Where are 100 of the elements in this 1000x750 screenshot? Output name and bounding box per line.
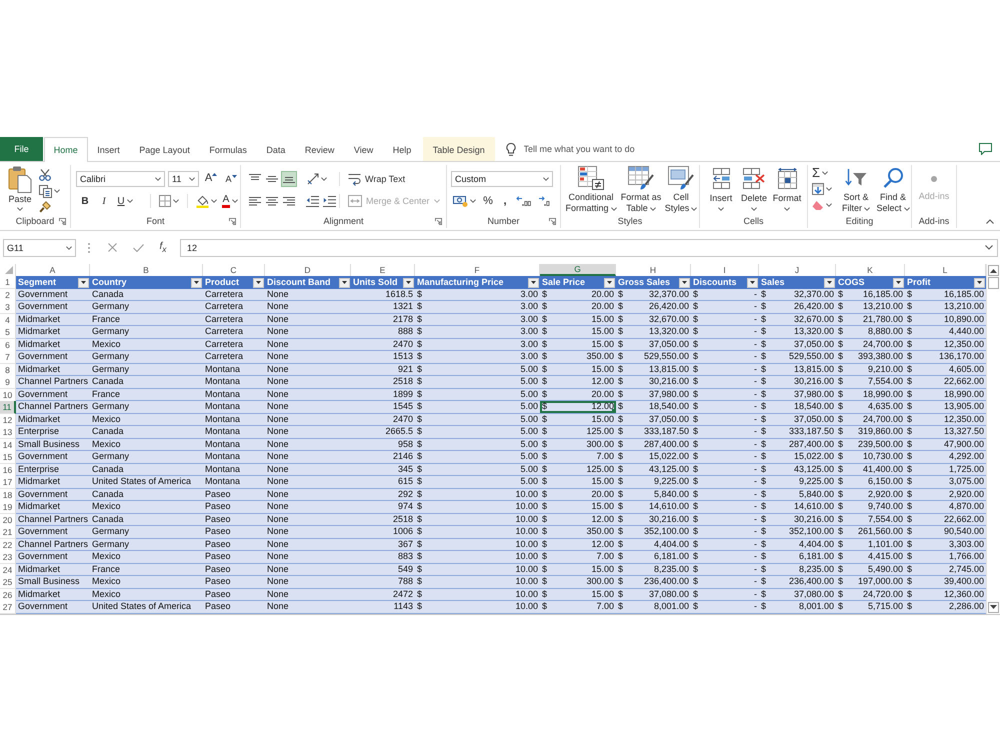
ribbon-tab[interactable]: Home	[44, 137, 88, 162]
percent-style-button[interactable]: %	[481, 193, 495, 209]
filter-dropdown-button[interactable]	[893, 278, 904, 288]
corner-arrow-icon[interactable]	[229, 218, 236, 225]
row-number[interactable]: 9	[0, 376, 16, 389]
vertical-align-button[interactable]	[281, 171, 297, 187]
row-number[interactable]: 10	[0, 388, 16, 402]
row-number[interactable]: 18	[0, 488, 16, 502]
paste-button[interactable]: Paste	[3, 166, 37, 215]
font-name-combobox[interactable]: Calibri	[76, 171, 165, 187]
table-cell: $ 393,380.00	[836, 351, 905, 364]
filter-dropdown-button[interactable]	[679, 278, 690, 288]
formula-input-field[interactable]: 12	[180, 238, 998, 256]
styles-button[interactable]: Cell Styles	[664, 165, 698, 214]
styles-button[interactable]: Format as Table	[619, 165, 663, 214]
corner-arrow-icon[interactable]	[59, 218, 66, 225]
insert-function-button[interactable]: f$_{x}$	[156, 240, 170, 256]
table-cell: $ 10.00	[415, 501, 540, 514]
filter-dropdown-button[interactable]	[747, 278, 758, 288]
tell-me-search-field[interactable]: Tell me what you want to do	[524, 144, 654, 154]
autosum-button[interactable]: Σ	[812, 166, 837, 180]
increase-indent-button[interactable]	[321, 193, 337, 209]
decrease-font-size-button[interactable]: A	[223, 171, 239, 187]
speech-bubble-icon[interactable]	[979, 143, 992, 155]
filter-dropdown-button[interactable]	[824, 278, 835, 288]
row-number[interactable]: 24	[0, 564, 16, 576]
caret-icon	[232, 199, 238, 203]
row-number[interactable]: 13	[0, 426, 16, 439]
corner-arrow-icon[interactable]	[549, 218, 556, 225]
row-number[interactable]: 14	[0, 438, 16, 452]
number-format-combobox[interactable]: Custom	[451, 171, 553, 187]
row-number[interactable]: 23	[0, 551, 16, 564]
ribbon-tab[interactable]: View	[344, 137, 383, 161]
font-color-button[interactable]: A	[218, 193, 242, 209]
fill-color-button[interactable]	[194, 193, 218, 209]
font-size-combobox[interactable]: 11	[168, 171, 199, 187]
filter-dropdown-button[interactable]	[253, 278, 264, 288]
group-label: Font	[146, 216, 164, 227]
chevron-up-icon[interactable]	[986, 219, 994, 224]
filter-dropdown-button[interactable]	[191, 278, 202, 288]
file-tab[interactable]: File	[0, 137, 43, 161]
row-number[interactable]: 5	[0, 326, 16, 339]
row-number[interactable]: 20	[0, 514, 16, 526]
corner-arrow-icon[interactable]	[435, 218, 442, 225]
table-cell: $ 4,292.00	[905, 451, 986, 464]
italic-button[interactable]: I	[96, 193, 112, 209]
filter-dropdown-button[interactable]	[339, 278, 350, 288]
row-number[interactable]: 19	[0, 501, 16, 514]
increase-font-size-button[interactable]: A	[203, 171, 219, 187]
ribbon-tab[interactable]: Review	[295, 137, 344, 161]
accounting-format-button[interactable]	[452, 193, 476, 209]
row-number[interactable]: 17	[0, 476, 16, 489]
filter-dropdown-button[interactable]	[78, 278, 89, 288]
filter-dropdown-button[interactable]	[528, 278, 539, 288]
scrollbar-track[interactable]	[986, 264, 1000, 614]
row-number[interactable]: 16	[0, 464, 16, 476]
copy-button[interactable]	[39, 184, 60, 198]
table-cell: $ 10.00	[415, 564, 540, 576]
ribbon-tab[interactable]: Data	[256, 137, 296, 161]
ribbon-tab[interactable]: Formulas	[200, 137, 257, 161]
table-cell: $ 3.00	[415, 314, 540, 326]
find-select-button[interactable]: Find & Select	[875, 165, 911, 214]
row-number[interactable]: 27	[0, 601, 16, 614]
filter-dropdown-button[interactable]	[403, 278, 414, 288]
scrollbar-thumb[interactable]	[988, 277, 999, 289]
scroll-down-button[interactable]	[988, 602, 999, 612]
row-number[interactable]: 12	[0, 414, 16, 426]
row-number[interactable]: 1	[0, 276, 16, 289]
cells-button[interactable]: Delete	[738, 165, 770, 211]
sort-filter-button[interactable]: Sort & Filter	[838, 165, 874, 214]
row-number[interactable]: 11	[0, 401, 16, 414]
row-number[interactable]: 22	[0, 538, 16, 552]
styles-button[interactable]: Conditional Formatting	[564, 165, 618, 214]
borders-button[interactable]	[157, 193, 181, 209]
name-box[interactable]: G11	[3, 238, 76, 256]
ribbon-tab[interactable]: Page Layout	[130, 137, 200, 161]
lightbulb-icon	[506, 142, 516, 156]
filter-dropdown-button[interactable]	[974, 278, 985, 288]
ribbon-tab[interactable]: Table Design	[423, 137, 495, 161]
wrap-text-button[interactable]: Wrap Text	[346, 171, 408, 187]
row-number[interactable]: 15	[0, 451, 16, 464]
underline-button[interactable]: U	[114, 193, 136, 209]
ribbon-tab[interactable]: Insert	[88, 137, 130, 161]
filter-dropdown-button[interactable]	[604, 278, 615, 288]
scroll-up-button[interactable]	[988, 265, 999, 276]
table-cell: $ 15.00	[540, 364, 616, 376]
ribbon-tab[interactable]: Help	[382, 137, 421, 161]
decrease-indent-button[interactable]	[304, 193, 320, 209]
row-number[interactable]: 25	[0, 576, 16, 589]
orientation-button[interactable]	[305, 171, 329, 187]
comma-style-button[interactable]: ,	[500, 193, 510, 209]
row-number[interactable]: 3	[0, 301, 16, 314]
row-number[interactable]: 26	[0, 588, 16, 602]
cells-button[interactable]: Format	[771, 165, 803, 211]
row-number[interactable]: 7	[0, 351, 16, 364]
banknote-icon	[452, 195, 468, 207]
column-letter[interactable]: G	[540, 264, 616, 276]
row-number[interactable]: 21	[0, 526, 16, 539]
bold-button[interactable]: B	[77, 193, 93, 209]
cells-button[interactable]: Insert	[705, 165, 737, 211]
